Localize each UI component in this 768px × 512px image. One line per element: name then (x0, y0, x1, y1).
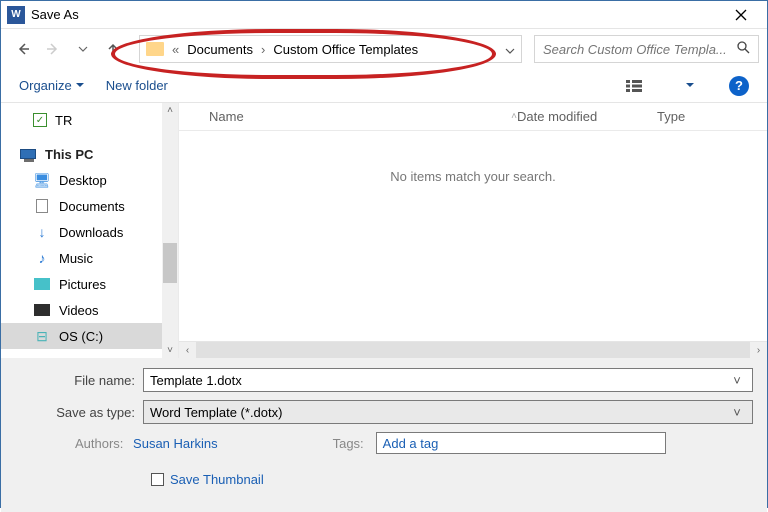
word-icon: W (7, 6, 25, 24)
file-name-input[interactable] (150, 373, 728, 388)
organize-label: Organize (19, 78, 72, 93)
titlebar: W Save As (1, 1, 767, 29)
navigation-bar: « Documents › Custom Office Templates (1, 29, 767, 69)
scroll-down-icon[interactable]: ˅ (167, 345, 173, 356)
pc-icon (19, 147, 37, 161)
file-name-dropdown[interactable]: ˅ (728, 373, 746, 388)
save-type-label: Save as type: (15, 405, 143, 420)
tags-placeholder: Add a tag (383, 436, 439, 451)
tree-scrollbar[interactable]: ˄ ˅ (162, 103, 178, 358)
tree-label: Videos (59, 303, 99, 318)
main-content: ✓ TR This PC 🖥 Desktop Documents ↓ Downl… (1, 103, 767, 358)
tree-item-tr[interactable]: ✓ TR (1, 107, 178, 133)
new-folder-button[interactable]: New folder (106, 78, 168, 93)
tree-label: Music (59, 251, 93, 266)
navigation-tree: ✓ TR This PC 🖥 Desktop Documents ↓ Downl… (1, 103, 179, 358)
authors-label: Authors: (75, 436, 129, 451)
breadcrumb[interactable]: « Documents › Custom Office Templates (139, 35, 522, 63)
column-type[interactable]: Type (657, 109, 767, 124)
scroll-right-icon[interactable]: › (750, 342, 767, 358)
column-headers: Name ˄ Date modified Type (179, 103, 767, 131)
desktop-icon: 🖥 (33, 173, 51, 187)
documents-icon (33, 199, 51, 213)
column-name[interactable]: Name (179, 109, 511, 124)
view-dropdown[interactable] (673, 74, 707, 98)
search-box[interactable] (534, 35, 759, 63)
drive-icon: ⊟ (33, 329, 51, 343)
save-form: File name: ˅ Save as type: Word Template… (1, 358, 767, 512)
shortcut-icon: ✓ (33, 113, 47, 127)
breadcrumb-ellipsis: « (168, 42, 183, 57)
tree-label: Pictures (59, 277, 106, 292)
breadcrumb-documents[interactable]: Documents (187, 42, 253, 57)
search-icon[interactable] (737, 41, 750, 57)
pictures-icon (33, 277, 51, 291)
forward-button[interactable] (39, 35, 67, 63)
tree-label: OS (C:) (59, 329, 103, 344)
save-type-value: Word Template (*.dotx) (150, 405, 728, 420)
folder-icon (146, 42, 164, 56)
tags-label: Tags: (333, 436, 370, 451)
tags-field[interactable]: Add a tag (376, 432, 666, 454)
tree-item-this-pc[interactable]: This PC (1, 141, 178, 167)
scroll-left-icon[interactable]: ‹ (179, 342, 196, 358)
horizontal-scrollbar[interactable]: ‹ › (179, 341, 767, 358)
tree-item-music[interactable]: ♪ Music (1, 245, 178, 271)
tree-item-desktop[interactable]: 🖥 Desktop (1, 167, 178, 193)
tree-label: Downloads (59, 225, 123, 240)
authors-value[interactable]: Susan Harkins (133, 436, 218, 451)
tree-label: This PC (45, 147, 93, 162)
search-input[interactable] (543, 42, 731, 57)
save-type-dropdown[interactable]: ˅ (728, 405, 746, 420)
save-thumbnail-label[interactable]: Save Thumbnail (170, 472, 264, 487)
chevron-right-icon: › (257, 42, 269, 57)
tree-item-downloads[interactable]: ↓ Downloads (1, 219, 178, 245)
help-button[interactable]: ? (729, 76, 749, 96)
scroll-thumb[interactable] (163, 243, 177, 283)
view-options-button[interactable] (617, 74, 651, 98)
close-button[interactable] (721, 1, 761, 29)
tree-item-documents[interactable]: Documents (1, 193, 178, 219)
save-type-field[interactable]: Word Template (*.dotx) ˅ (143, 400, 753, 424)
tree-item-videos[interactable]: Videos (1, 297, 178, 323)
scroll-up-icon[interactable]: ˄ (167, 105, 173, 116)
recent-locations-button[interactable] (69, 35, 97, 63)
breadcrumb-dropdown[interactable] (505, 42, 515, 57)
breadcrumb-custom-templates[interactable]: Custom Office Templates (273, 42, 418, 57)
tree-label: Desktop (59, 173, 107, 188)
tree-label: TR (55, 113, 72, 128)
back-button[interactable] (9, 35, 37, 63)
tree-item-os-c[interactable]: ⊟ OS (C:) (1, 323, 178, 349)
file-name-field[interactable]: ˅ (143, 368, 753, 392)
up-button[interactable] (99, 35, 127, 63)
organize-menu[interactable]: Organize (19, 78, 84, 93)
videos-icon (33, 303, 51, 317)
tree-item-pictures[interactable]: Pictures (1, 271, 178, 297)
toolbar: Organize New folder ? (1, 69, 767, 103)
download-icon: ↓ (33, 225, 51, 239)
save-thumbnail-checkbox[interactable] (151, 473, 164, 486)
window-title: Save As (31, 7, 79, 22)
tree-label: Documents (59, 199, 125, 214)
empty-message: No items match your search. (179, 131, 767, 341)
column-date-modified[interactable]: Date modified (517, 109, 657, 124)
file-list: Name ˄ Date modified Type No items match… (179, 103, 767, 358)
file-name-label: File name: (15, 373, 143, 388)
music-icon: ♪ (33, 251, 51, 265)
